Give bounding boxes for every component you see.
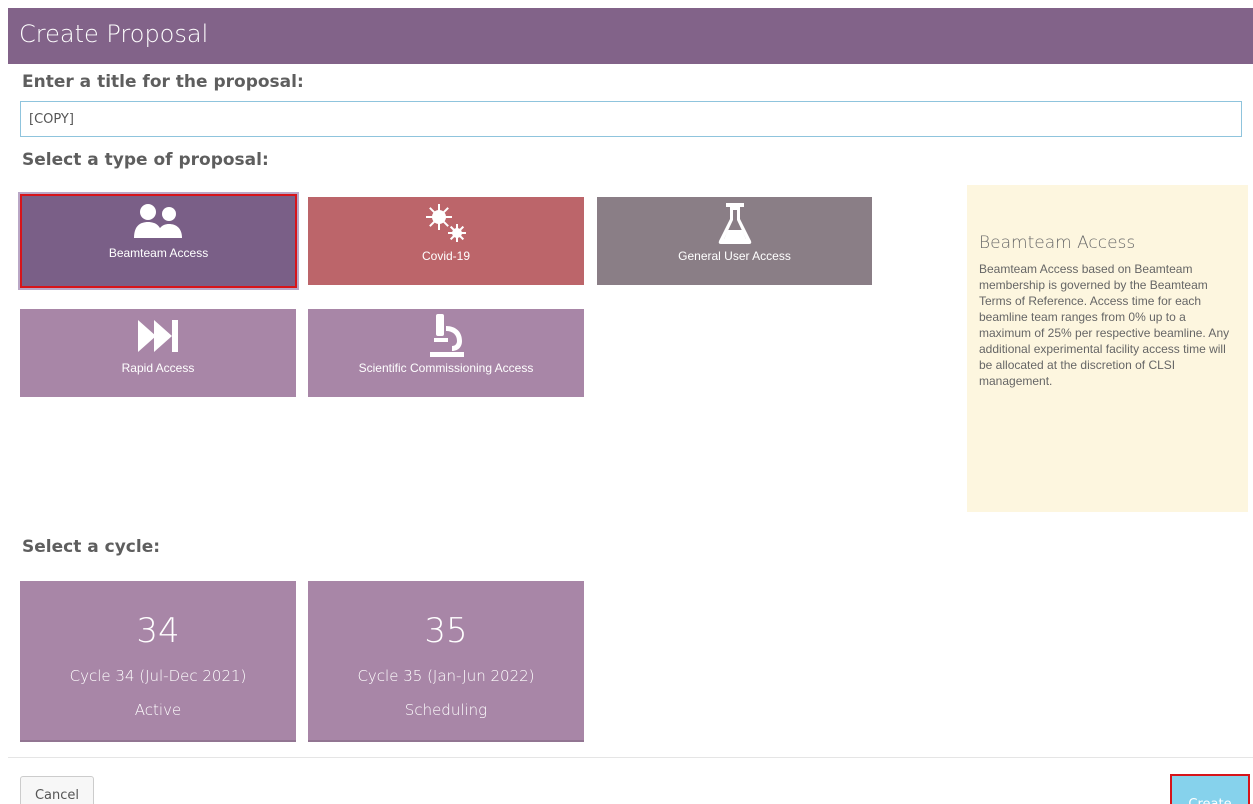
info-panel-description: Beamteam Access based on Beamteam member… (979, 262, 1230, 388)
page-header: Create Proposal (8, 8, 1253, 64)
cycle-tile-34[interactable]: 34 Cycle 34 (Jul-Dec 2021) Active (20, 581, 296, 742)
type-section-label: Select a type of proposal: (22, 150, 269, 170)
proposal-type-label: Rapid Access (121, 361, 195, 375)
title-section-label: Enter a title for the proposal: (22, 72, 304, 92)
cycle-section-label: Select a cycle: (22, 537, 161, 557)
proposal-type-info-panel: Beamteam Access Beamteam Access based on… (967, 185, 1248, 512)
flask-icon (597, 203, 872, 245)
fast-forward-icon (20, 315, 296, 357)
cycle-number: 34 (136, 611, 180, 651)
proposal-type-label: Scientific Commissioning Access (358, 361, 534, 375)
proposal-type-rapid-access[interactable]: Rapid Access (20, 309, 296, 397)
cycle-number: 35 (424, 611, 468, 651)
proposal-title-input[interactable] (20, 101, 1242, 137)
proposal-type-general-user-access[interactable]: General User Access (597, 197, 872, 285)
proposal-type-beamteam-access[interactable]: Beamteam Access (20, 194, 297, 288)
proposal-type-label: General User Access (678, 249, 791, 263)
proposal-type-label: Covid-19 (421, 249, 471, 263)
cycle-status: Scheduling (404, 701, 488, 719)
users-icon (22, 201, 295, 243)
cycle-name: Cycle 34 (Jul-Dec 2021) (69, 667, 247, 685)
footer-divider (8, 757, 1253, 758)
cycle-status: Active (134, 701, 182, 719)
info-panel-title: Beamteam Access (979, 233, 1136, 253)
proposal-type-scientific-commissioning-access[interactable]: Scientific Commissioning Access (308, 309, 584, 397)
proposal-type-label: Beamteam Access (108, 246, 209, 260)
create-button[interactable]: Create (1170, 774, 1250, 804)
page-title: Create Proposal (19, 20, 209, 48)
virus-icon (308, 203, 584, 245)
cycle-name: Cycle 35 (Jan-Jun 2022) (357, 667, 535, 685)
proposal-type-covid-19[interactable]: Covid-19 (308, 197, 584, 285)
cycle-tile-35[interactable]: 35 Cycle 35 (Jan-Jun 2022) Scheduling (308, 581, 584, 742)
cancel-button[interactable]: Cancel (20, 776, 94, 804)
microscope-icon (308, 314, 584, 357)
